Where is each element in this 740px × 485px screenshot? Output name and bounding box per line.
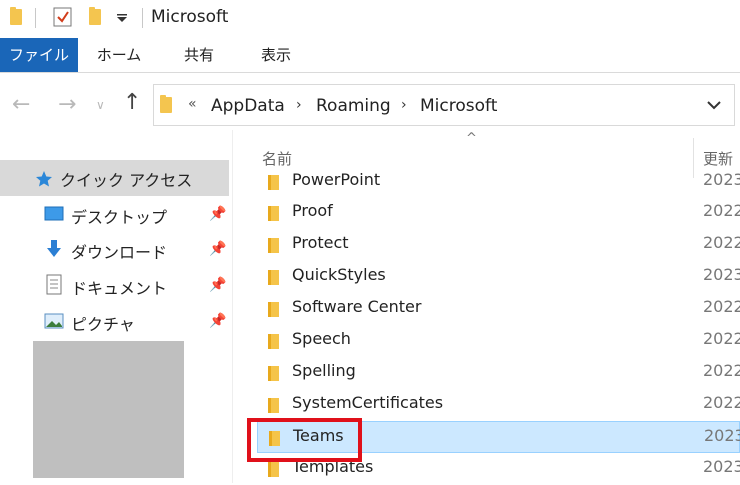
file-date: 2023: [704, 426, 740, 445]
file-date: 2022: [703, 329, 740, 348]
file-date: 2022: [703, 201, 740, 220]
file-date: 2023: [703, 457, 740, 476]
address-folder-icon: [160, 95, 172, 113]
desktop-icon: [44, 206, 64, 221]
pictures-icon: [44, 313, 64, 329]
recent-dropdown-icon[interactable]: ∨: [96, 98, 105, 112]
tab-home[interactable]: ホーム: [90, 38, 148, 72]
sidebar-item-label: ピクチャ: [71, 315, 135, 334]
column-header-date[interactable]: 更新: [703, 148, 733, 169]
file-row[interactable]: QuickStyles 2023: [257, 261, 740, 293]
file-row[interactable]: Speech 2022: [257, 325, 740, 357]
back-arrow-icon[interactable]: ←: [12, 92, 30, 117]
divider: [142, 8, 143, 28]
file-row[interactable]: Software Center 2022: [257, 293, 740, 325]
sidebar-item-label: クイック アクセス: [60, 171, 193, 190]
chevron-down-icon[interactable]: [707, 100, 721, 110]
highlight-box: [247, 418, 362, 462]
file-row[interactable]: SystemCertificates 2022: [257, 389, 740, 421]
sidebar-item-quick-access[interactable]: クイック アクセス: [0, 160, 229, 196]
pin-icon[interactable]: 📌: [209, 241, 226, 257]
sidebar-item-pictures[interactable]: ピクチャ 📌: [0, 305, 229, 339]
sidebar-item-documents[interactable]: ドキュメント 📌: [0, 269, 229, 303]
file-name: QuickStyles: [292, 265, 386, 284]
breadcrumb-microsoft[interactable]: Microsoft: [420, 96, 497, 116]
pane-divider[interactable]: [232, 130, 233, 483]
folder-icon: [268, 238, 279, 253]
sort-ascending-icon: ^: [466, 131, 477, 146]
file-date: 2022: [703, 361, 740, 380]
pin-icon[interactable]: 📌: [209, 206, 226, 222]
sidebar-item-label: デスクトップ: [71, 208, 168, 227]
chevron-right-icon[interactable]: ›: [296, 97, 302, 113]
up-arrow-icon[interactable]: ↑: [123, 90, 141, 115]
sidebar-item-label: ダウンロード: [71, 243, 168, 262]
column-header-name[interactable]: 名前: [262, 148, 292, 169]
download-icon: [47, 240, 61, 257]
file-name: Proof: [292, 201, 333, 220]
file-name: SystemCertificates: [292, 393, 444, 412]
ribbon-divider: [0, 72, 740, 73]
folder-icon: [268, 175, 279, 190]
folder-icon: [268, 462, 279, 477]
file-row[interactable]: Spelling 2022: [257, 357, 740, 389]
folder-icon: [268, 398, 279, 413]
folder-icon: [268, 270, 279, 285]
window-title: Microsoft: [151, 7, 229, 27]
tab-view[interactable]: 表示: [247, 38, 305, 72]
file-date: 2023: [703, 265, 740, 284]
folder-icon: [10, 7, 22, 25]
new-folder-icon[interactable]: [89, 7, 101, 25]
divider: [35, 8, 36, 28]
folder-icon: [268, 302, 279, 317]
file-name: Speech: [292, 329, 351, 348]
file-name: Spelling: [292, 361, 356, 380]
file-row[interactable]: Protect 2022: [257, 229, 740, 261]
file-name: Protect: [292, 233, 349, 252]
document-icon: [46, 274, 62, 295]
forward-arrow-icon[interactable]: →: [58, 92, 76, 117]
tab-share[interactable]: 共有: [170, 38, 228, 72]
file-name: Software Center: [292, 297, 422, 316]
pin-icon[interactable]: 📌: [209, 277, 226, 293]
properties-icon[interactable]: [53, 6, 73, 28]
file-date: 2023: [703, 170, 740, 189]
title-bar: Microsoft: [0, 0, 740, 36]
sidebar-item-downloads[interactable]: ダウンロード 📌: [0, 233, 229, 267]
file-name: PowerPoint: [292, 170, 381, 189]
breadcrumb-overflow[interactable]: «: [188, 96, 197, 112]
breadcrumb-appdata[interactable]: AppData: [211, 96, 285, 116]
sidebar-item-desktop[interactable]: デスクトップ 📌: [0, 198, 229, 232]
redacted-region: [33, 341, 184, 478]
file-date: 2022: [703, 233, 740, 252]
breadcrumb-roaming[interactable]: Roaming: [316, 96, 391, 116]
sidebar-item-label: ドキュメント: [71, 279, 168, 298]
file-row[interactable]: PowerPoint 2023: [257, 170, 740, 198]
star-icon: [36, 171, 52, 187]
customize-dropdown-icon[interactable]: [116, 12, 128, 24]
folder-icon: [268, 366, 279, 381]
file-date: 2022: [703, 297, 740, 316]
pin-icon[interactable]: 📌: [209, 313, 226, 329]
folder-icon: [268, 206, 279, 221]
folder-icon: [268, 334, 279, 349]
tab-file[interactable]: ファイル: [0, 38, 78, 72]
file-row[interactable]: Proof 2022: [257, 197, 740, 229]
chevron-right-icon[interactable]: ›: [401, 97, 407, 113]
file-date: 2022: [703, 393, 740, 412]
